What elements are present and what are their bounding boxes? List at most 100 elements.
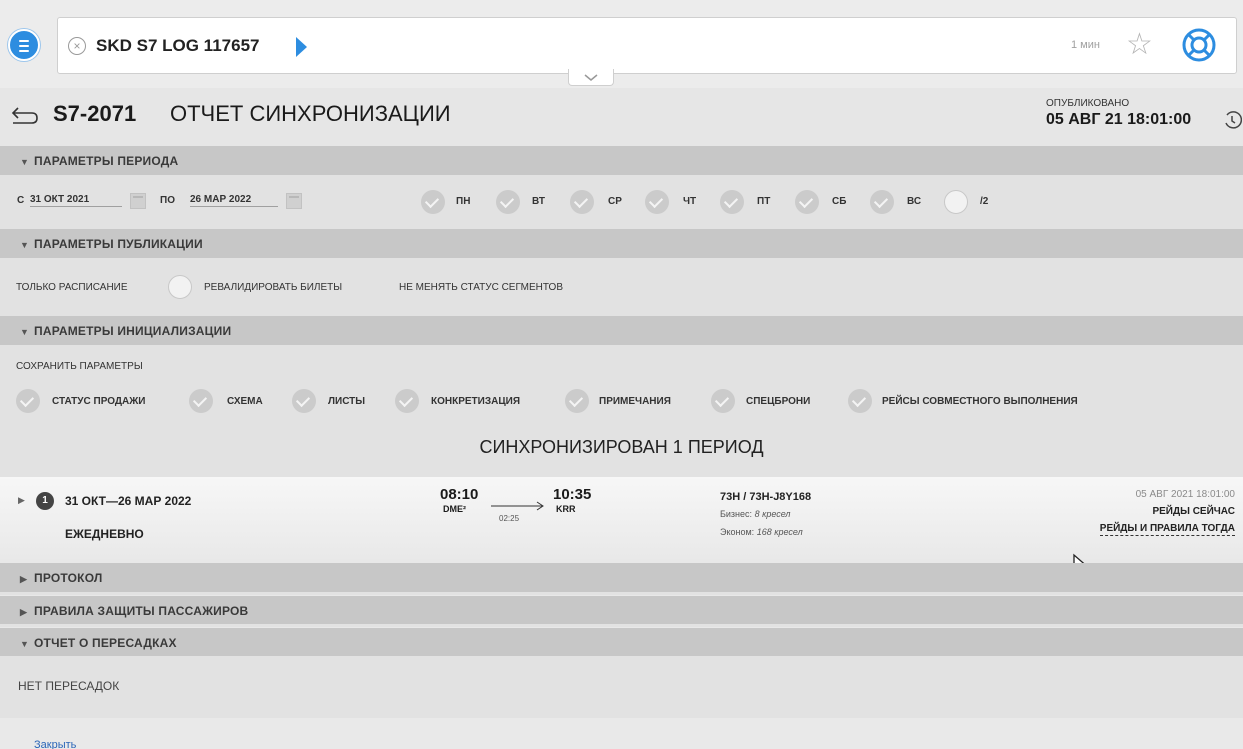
flights-then-link[interactable]: РЕЙДЫ И ПРАВИЛА ТОГДА [1099, 523, 1235, 536]
day-label: ПТ [757, 196, 771, 207]
day-checkbox-sun[interactable] [870, 190, 894, 214]
section-publication-header[interactable]: ▼ ПАРАМЕТРЫ ПУБЛИКАЦИИ [0, 229, 1243, 258]
keep-status-option[interactable]: НЕ МЕНЯТЬ СТАТУС СЕГМЕНТОВ [399, 282, 563, 293]
day-checkbox-wed[interactable] [570, 190, 594, 214]
day-checkbox-sat[interactable] [795, 190, 819, 214]
day-label: /2 [980, 196, 989, 207]
day-label: ПН [456, 196, 471, 207]
business-cabin: Бизнес: 8 кресел [720, 509, 791, 519]
arrival-airport: KRR [556, 504, 576, 514]
lifebuoy-icon[interactable] [1181, 27, 1217, 63]
from-date-input[interactable]: 31 ОКТ 2021 [30, 194, 122, 207]
age-label: 1 мин [1071, 39, 1100, 51]
section-protection-header[interactable]: ▶ ПРАВИЛА ЗАЩИТЫ ПАССАЖИРОВ [0, 595, 1243, 624]
flight-code: S7-2071 [53, 101, 137, 126]
cabin-seats: 168 кресел [756, 527, 803, 537]
expand-arrow-icon[interactable]: ▶ [18, 495, 25, 506]
sheets-checkbox[interactable] [292, 389, 316, 413]
day-label: ЧТ [683, 196, 697, 207]
day-checkbox-fri[interactable] [720, 190, 744, 214]
star-icon[interactable]: ☆ [1126, 30, 1153, 60]
day-label: СР [608, 196, 622, 207]
back-icon[interactable] [10, 105, 40, 127]
transfers-content: НЕТ ПЕРЕСАДОК [0, 658, 1243, 718]
section-period-header[interactable]: ▼ ПАРАМЕТРЫ ПЕРИОДА [0, 146, 1243, 175]
title-row: S7-2071 ОТЧЕТ СИНХРОНИЗАЦИИ ОПУБЛИКОВАНО… [0, 88, 1243, 146]
concretization-checkbox[interactable] [395, 389, 419, 413]
calendar-icon[interactable] [286, 193, 302, 209]
publication-params: ТОЛЬКО РАСПИСАНИЕ РЕВАЛИДИРОВАТЬ БИЛЕТЫ … [0, 258, 1243, 316]
sync-heading: СИНХРОНИЗИРОВАН 1 ПЕРИОД [479, 437, 764, 457]
day-label: СБ [832, 196, 847, 207]
page-title: ОТЧЕТ СИНХРОНИЗАЦИИ [170, 101, 451, 126]
day-checkbox-every-second[interactable] [944, 190, 968, 214]
init-item-label: СХЕМА [227, 396, 263, 407]
close-link[interactable]: Закрыть [34, 739, 76, 749]
to-label: ПО [160, 195, 175, 206]
top-bar: × SKD S7 LOG 117657 1 мин ☆ [0, 0, 1243, 88]
section-title: ПАРАМЕТРЫ ПУБЛИКАЦИИ [34, 237, 203, 251]
arrow-icon [491, 501, 544, 511]
flight-duration: 02:25 [499, 514, 520, 523]
scheme-checkbox[interactable] [189, 389, 213, 413]
section-title: ОТЧЕТ О ПЕРЕСАДКАХ [34, 636, 177, 650]
remarks-checkbox[interactable] [565, 389, 589, 413]
to-date-input[interactable]: 26 МАР 2022 [190, 194, 278, 207]
codeshare-checkbox[interactable] [848, 389, 872, 413]
special-bookings-checkbox[interactable] [711, 389, 735, 413]
init-item-label: СТАТУС ПРОДАЖИ [52, 396, 146, 407]
footer: Закрыть [0, 718, 1243, 749]
period-card[interactable]: ▶ 1 31 ОКТ—26 МАР 2022 ЕЖЕДНЕВНО 08:10 D… [0, 477, 1243, 563]
economy-cabin: Эконом: 168 кресел [720, 527, 803, 537]
day-checkbox-tue[interactable] [496, 190, 520, 214]
menu-icon[interactable] [8, 29, 40, 61]
history-icon[interactable] [1222, 110, 1242, 130]
init-item-label: ЛИСТЫ [328, 396, 366, 407]
collapse-arrow-icon: ▼ [20, 639, 30, 649]
clear-icon[interactable]: × [68, 37, 86, 55]
published-date: 05 АВГ 21 18:01:00 [1046, 111, 1192, 128]
aircraft-config: 73H / 73H-J8Y168 [720, 491, 812, 503]
published-label: ОПУБЛИКОВАНО [1046, 98, 1130, 109]
day-label: ВТ [532, 196, 545, 207]
departure-airport: DME² [443, 504, 466, 514]
collapse-arrow-icon: ▼ [20, 240, 30, 250]
collapse-tab[interactable] [568, 69, 614, 86]
departure-time: 08:10 [440, 486, 479, 503]
section-title: ПРОТОКОЛ [34, 571, 103, 585]
section-transfers-header[interactable]: ▼ ОТЧЕТ О ПЕРЕСАДКАХ [0, 627, 1243, 656]
init-item-label: КОНКРЕТИЗАЦИЯ [431, 396, 521, 407]
section-title: ПРАВИЛА ЗАЩИТЫ ПАССАЖИРОВ [34, 604, 249, 618]
revalidate-option[interactable]: РЕВАЛИДИРОВАТЬ БИЛЕТЫ [204, 282, 342, 293]
schedule-only-label: ТОЛЬКО РАСПИСАНИЕ [16, 282, 128, 293]
flights-now-link[interactable]: РЕЙДЫ СЕЙЧАС [1152, 506, 1235, 517]
collapse-arrow-icon: ▼ [20, 157, 30, 167]
period-params: С 31 ОКТ 2021 ПО 26 МАР 2022 ПН ВТ СР ЧТ… [0, 178, 1243, 229]
no-transfers-text: НЕТ ПЕРЕСАДОК [18, 679, 120, 693]
cabin-label: Бизнес: [720, 509, 753, 519]
arrival-time: 10:35 [553, 486, 592, 503]
day-checkbox-mon[interactable] [421, 190, 445, 214]
cabin-label: Эконом: [720, 527, 755, 537]
run-icon[interactable] [296, 37, 307, 57]
status-sale-checkbox[interactable] [16, 389, 40, 413]
section-protocol-header[interactable]: ▶ ПРОТОКОЛ [0, 563, 1243, 592]
save-params-label: СОХРАНИТЬ ПАРАМЕТРЫ [16, 361, 143, 372]
section-title: ПАРАМЕТРЫ ПЕРИОДА [34, 154, 179, 168]
section-init-header[interactable]: ▼ ПАРАМЕТРЫ ИНИЦИАЛИЗАЦИИ [0, 316, 1243, 345]
search-bar[interactable]: × SKD S7 LOG 117657 1 мин ☆ [57, 17, 1237, 74]
card-timestamp: 05 АВГ 2021 18:01:00 [1135, 489, 1235, 500]
section-title: ПАРАМЕТРЫ ИНИЦИАЛИЗАЦИИ [34, 324, 232, 338]
search-query[interactable]: SKD S7 LOG 117657 [96, 36, 259, 56]
schedule-only-toggle[interactable] [168, 275, 192, 299]
expand-arrow-icon: ▶ [20, 607, 28, 617]
day-label: ВС [907, 196, 922, 207]
day-checkbox-thu[interactable] [645, 190, 669, 214]
from-label: С [17, 195, 25, 206]
expand-arrow-icon: ▶ [20, 574, 28, 584]
calendar-icon[interactable] [130, 193, 146, 209]
init-item-label: ПРИМЕЧАНИЯ [599, 396, 671, 407]
cabin-seats: 8 кресел [754, 509, 791, 519]
init-item-label: РЕЙСЫ СОВМЕСТНОГО ВЫПОЛНЕНИЯ [882, 396, 1078, 407]
period-range: 31 ОКТ—26 МАР 2022 [65, 494, 192, 508]
